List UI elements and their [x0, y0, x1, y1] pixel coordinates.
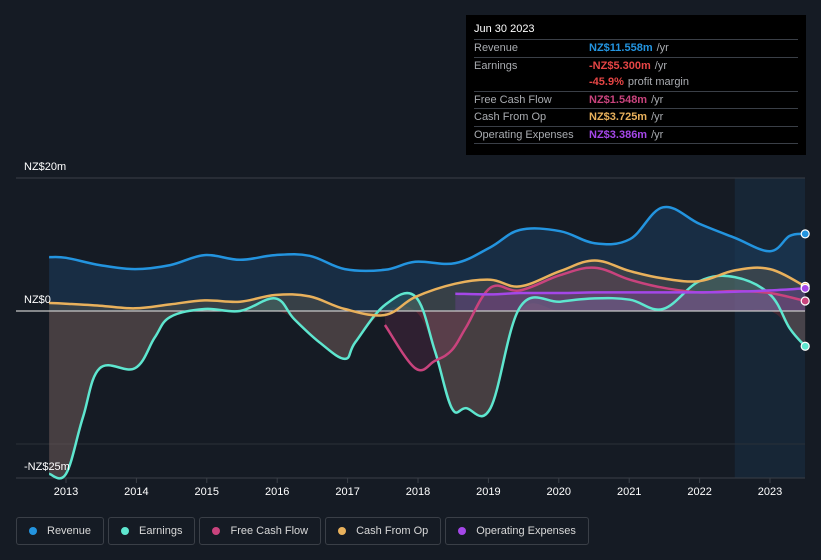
tooltip-date: Jun 30 2023 [474, 23, 798, 40]
tooltip-row: Cash From Op NZ$3.725m/yr [474, 109, 798, 127]
legend-dot-icon [29, 527, 37, 535]
tooltip-row: Free Cash Flow NZ$1.548m/yr [474, 92, 798, 109]
tooltip-row: Operating Expenses NZ$3.386m/yr [474, 127, 798, 144]
tooltip-label: Operating Expenses [474, 128, 574, 141]
tooltip-unit: profit margin [627, 76, 689, 89]
tooltip-label: Revenue [474, 42, 519, 55]
y-tick-label: NZ$0 [24, 294, 51, 306]
tooltip-panel: Jun 30 2023 Revenue NZ$11.558m/yr Earnings… [466, 15, 806, 155]
x-tick-label: 2016 [265, 486, 289, 498]
legend-dot-icon [212, 527, 221, 535]
y-tick-label: NZ$20m [24, 161, 66, 173]
x-tick-label: 2018 [406, 486, 430, 498]
tooltip-value: NZ$3.386m [589, 128, 648, 141]
x-tick-label: 2019 [476, 486, 500, 498]
free-cash-flow-end-point[interactable] [800, 296, 810, 306]
x-tick-label: 2015 [195, 486, 219, 498]
legend-item-earnings[interactable]: Earnings [108, 517, 196, 545]
legend-dot-icon [338, 527, 347, 535]
tooltip-label: Free Cash Flow [474, 93, 552, 106]
x-tick-label: 2021 [617, 486, 641, 498]
tooltip-row: Earnings -NZ$5.300m/yr [474, 58, 798, 75]
legend-label: Free Cash Flow [230, 525, 309, 537]
x-tick-label: 2013 [54, 486, 78, 498]
legend-item-free-cash-flow[interactable]: Free Cash Flow [199, 517, 322, 545]
x-tick-label: 2022 [687, 486, 711, 498]
legend-item-operating-expenses[interactable]: Operating Expenses [445, 517, 589, 545]
x-tick-label: 2014 [124, 486, 148, 498]
tooltip-value: -NZ$5.300m [589, 59, 651, 72]
tooltip-unit: /yr [654, 59, 667, 72]
legend: Revenue Earnings Free Cash Flow Cash From O… [16, 517, 589, 545]
legend-item-cash-from-op[interactable]: Cash From Op [325, 517, 442, 545]
tooltip-value: NZ$1.548m [589, 93, 648, 106]
tooltip-label: Earnings [474, 59, 518, 72]
tooltip-value: NZ$11.558m [589, 42, 653, 55]
tooltip-unit: /yr [651, 93, 664, 106]
legend-item-revenue[interactable]: Revenue [16, 517, 105, 545]
x-tick-label: 2020 [547, 486, 571, 498]
tooltip-unit: /yr [651, 128, 664, 141]
legend-dot-icon [458, 527, 467, 535]
earnings-end-point[interactable] [800, 341, 810, 351]
tooltip-value: -45.9% [589, 76, 624, 89]
tooltip-value: NZ$3.725m [589, 111, 648, 124]
operating-expenses-end-point[interactable] [800, 283, 810, 293]
tooltip-row: -45.9% profit margin [474, 74, 798, 92]
legend-label: Cash From Op [356, 525, 429, 537]
legend-label: Earnings [139, 525, 183, 537]
x-tick-label: 2023 [758, 486, 782, 498]
revenue-end-point[interactable] [800, 229, 810, 239]
legend-label: Operating Expenses [476, 525, 576, 537]
legend-dot-icon [121, 527, 130, 535]
x-tick-label: 2017 [335, 486, 359, 498]
tooltip-row: Revenue NZ$11.558m/yr [474, 40, 798, 58]
tooltip-unit: /yr [651, 111, 664, 124]
tooltip-unit: /yr [656, 42, 669, 55]
tooltip-label: Cash From Op [474, 111, 547, 124]
y-tick-label: -NZ$25m [24, 461, 70, 473]
legend-label: Revenue [47, 525, 92, 537]
